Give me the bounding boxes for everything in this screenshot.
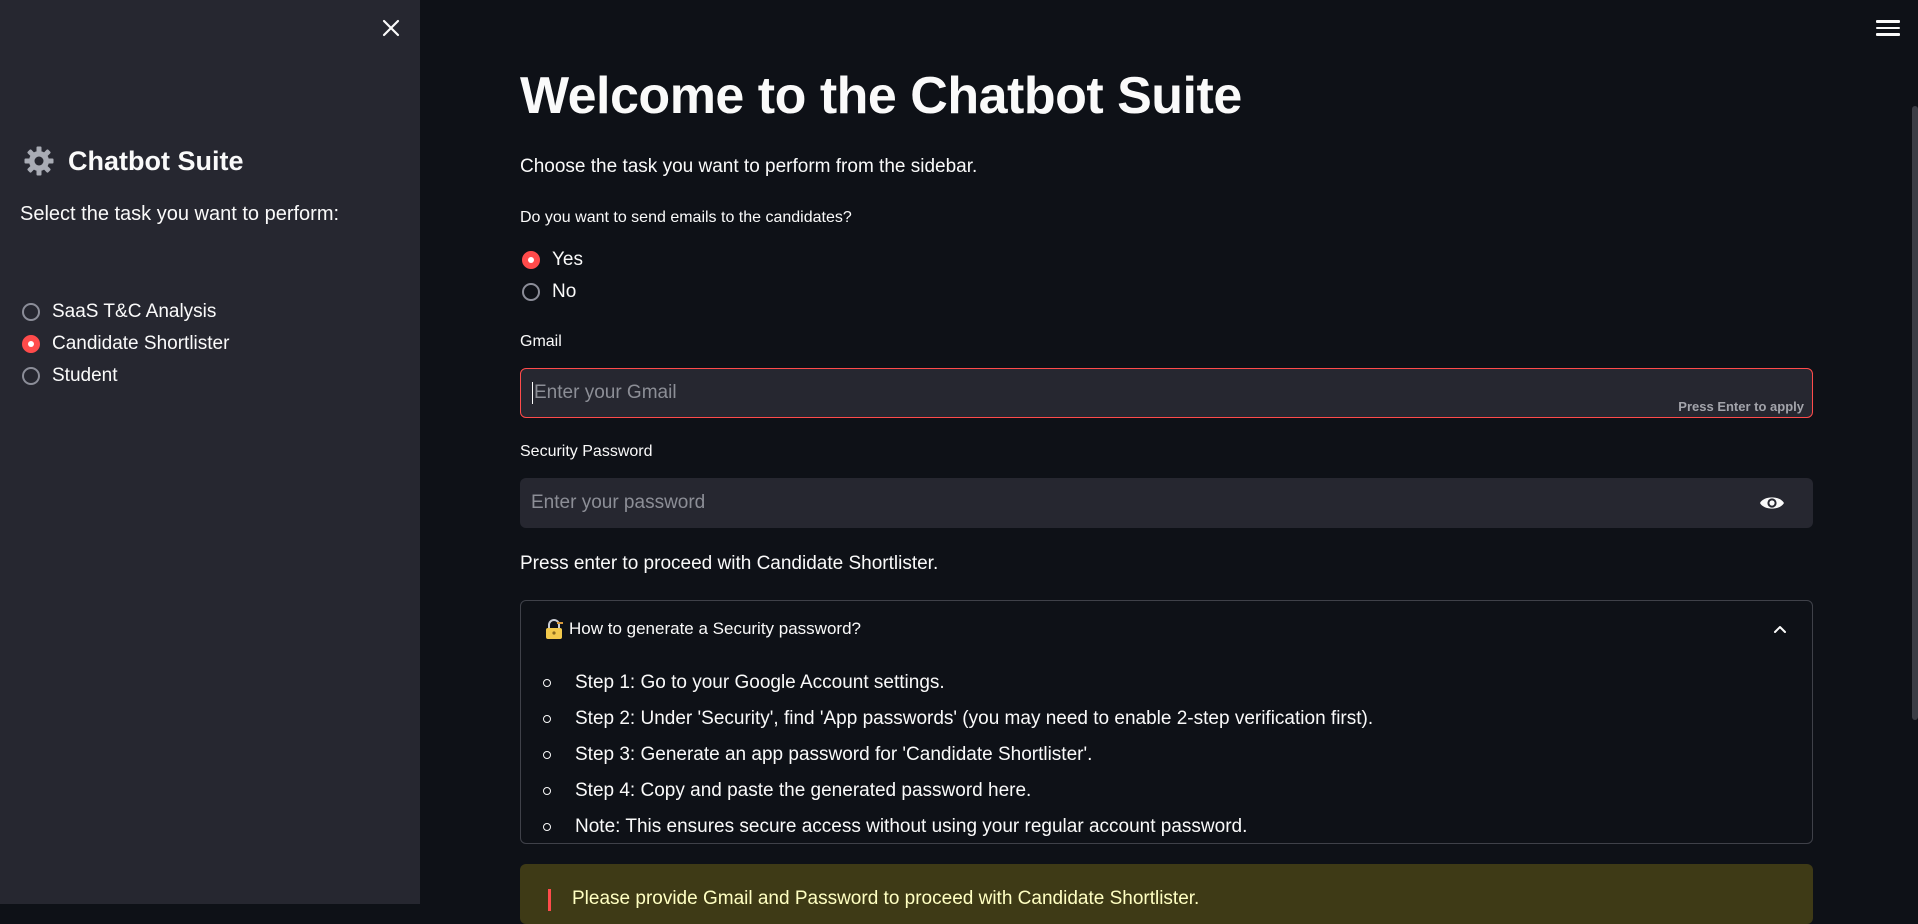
page-title: Welcome to the Chatbot Suite — [520, 67, 1242, 125]
radio-button-selected[interactable] — [522, 251, 540, 269]
password-placeholder: Enter your password — [531, 492, 706, 513]
step-text: Step 2: Under 'Security', find 'App pass… — [575, 708, 1374, 729]
email-question-label: Do you want to send emails to the candid… — [520, 209, 852, 226]
email-option-no[interactable]: No — [522, 276, 583, 308]
chevron-up-icon[interactable] — [1772, 621, 1788, 637]
email-option-label: Yes — [552, 249, 583, 270]
hamburger-icon-line — [1876, 26, 1900, 30]
email-radio-group: Yes No — [522, 244, 583, 308]
hamburger-icon-line — [1876, 33, 1900, 36]
gmail-label: Gmail — [520, 333, 562, 350]
list-item: Step 4: Copy and paste the generated pas… — [543, 773, 1373, 809]
task-option-label: Student — [52, 365, 118, 386]
radio-button[interactable] — [22, 367, 40, 385]
text-caret — [532, 382, 533, 404]
step-text: Step 3: Generate an app password for 'Ca… — [575, 744, 1093, 765]
gear-icon — [22, 144, 56, 178]
sidebar-title-text: Chatbot Suite — [68, 145, 244, 176]
radio-button[interactable] — [22, 303, 40, 321]
list-item: Step 1: Go to your Google Account settin… — [543, 665, 1373, 701]
gmail-input[interactable]: Enter your Gmail Press Enter to apply — [520, 368, 1813, 418]
list-item: Note: This ensures secure access without… — [543, 809, 1373, 845]
bullet-icon — [543, 679, 551, 687]
email-option-label: No — [552, 281, 577, 302]
bullet-icon — [543, 715, 551, 723]
task-option-student[interactable]: Student — [22, 360, 229, 392]
exclamation-icon — [548, 889, 551, 911]
radio-button[interactable] — [522, 283, 540, 301]
bullet-icon — [543, 751, 551, 759]
task-radio-group: SaaS T&C Analysis Candidate Shortlister … — [22, 296, 229, 392]
task-option-label: SaaS T&C Analysis — [52, 301, 217, 322]
bullet-icon — [543, 823, 551, 831]
warning-text: Please provide Gmail and Password to pro… — [572, 888, 1200, 909]
warning-alert: Please provide Gmail and Password to pro… — [520, 864, 1813, 924]
sidebar-prompt: Select the task you want to perform: — [20, 203, 340, 225]
email-option-yes[interactable]: Yes — [522, 244, 583, 276]
security-password-expander: How to generate a Security password? Ste… — [520, 600, 1813, 844]
press-enter-hint: Press Enter to apply — [1678, 399, 1804, 414]
proceed-instruction: Press enter to proceed with Candidate Sh… — [520, 553, 939, 574]
password-input[interactable]: Enter your password — [520, 478, 1813, 528]
radio-button-selected[interactable] — [22, 335, 40, 353]
page-subtitle: Choose the task you want to perform from… — [520, 156, 978, 177]
expander-title: How to generate a Security password? — [569, 619, 861, 638]
bullet-icon — [543, 787, 551, 795]
steps-list: Step 1: Go to your Google Account settin… — [543, 665, 1373, 845]
close-sidebar-button[interactable] — [377, 14, 405, 42]
scrollbar[interactable] — [1912, 106, 1918, 720]
sidebar: Chatbot Suite Select the task you want t… — [0, 0, 420, 904]
close-icon — [382, 19, 400, 37]
password-label: Security Password — [520, 443, 653, 460]
step-text: Note: This ensures secure access without… — [575, 816, 1248, 837]
list-item: Step 2: Under 'Security', find 'App pass… — [543, 701, 1373, 737]
expander-header[interactable]: How to generate a Security password? — [521, 601, 1812, 657]
list-item: Step 3: Generate an app password for 'Ca… — [543, 737, 1373, 773]
step-text: Step 1: Go to your Google Account settin… — [575, 672, 945, 693]
sidebar-title: Chatbot Suite — [22, 144, 244, 178]
task-option-candidate-shortlister[interactable]: Candidate Shortlister — [22, 328, 229, 360]
task-option-label: Candidate Shortlister — [52, 333, 230, 354]
main-menu-button[interactable] — [1876, 16, 1900, 40]
hamburger-icon-line — [1876, 20, 1900, 23]
step-text: Step 4: Copy and paste the generated pas… — [575, 780, 1032, 801]
task-option-saas[interactable]: SaaS T&C Analysis — [22, 296, 229, 328]
show-password-eye-icon[interactable] — [1759, 491, 1785, 515]
lock-key-icon — [546, 619, 563, 639]
gmail-placeholder: Enter your Gmail — [534, 382, 677, 403]
